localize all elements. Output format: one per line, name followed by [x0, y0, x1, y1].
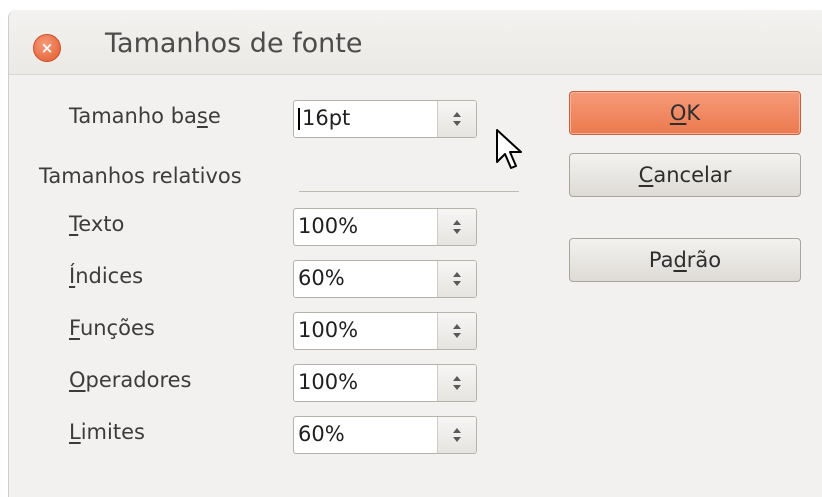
indices-size-spinbox[interactable]: 60% [293, 260, 477, 298]
spin-arrows-icon[interactable] [437, 209, 476, 245]
indices-label: Índices [69, 264, 144, 288]
ok-button[interactable]: OK [569, 91, 801, 135]
limits-size-spinbox[interactable]: 60% [293, 416, 477, 454]
text-size-value: 100% [298, 214, 359, 238]
base-size-label: Tamanho base [69, 104, 221, 128]
spin-arrows-icon[interactable] [437, 261, 476, 297]
default-button[interactable]: Padrão [569, 238, 801, 282]
section-separator [299, 191, 519, 192]
mouse-pointer-icon [496, 129, 522, 169]
cancel-button[interactable]: Cancelar [569, 153, 801, 197]
limits-size-value: 60% [298, 422, 345, 446]
text-label: Texto [69, 212, 125, 236]
spin-arrows-icon[interactable] [437, 313, 476, 349]
font-sizes-dialog: × Tamanhos de fonte Tamanho base 16pt Ta… [8, 10, 822, 497]
spin-arrows-icon[interactable] [437, 101, 476, 137]
text-size-spinbox[interactable]: 100% [293, 208, 477, 246]
dialog-title: Tamanhos de fonte [105, 28, 363, 59]
functions-size-value: 100% [298, 318, 359, 342]
spin-arrows-icon[interactable] [437, 365, 476, 401]
base-size-value: 16pt [302, 106, 351, 130]
close-icon[interactable]: × [33, 34, 61, 62]
text-caret [298, 108, 300, 130]
operators-size-spinbox[interactable]: 100% [293, 364, 477, 402]
indices-size-value: 60% [298, 266, 345, 290]
relative-sizes-heading: Tamanhos relativos [39, 164, 242, 188]
operators-label: Operadores [69, 368, 192, 392]
functions-size-spinbox[interactable]: 100% [293, 312, 477, 350]
functions-label: Funções [69, 316, 155, 340]
limits-label: Limites [69, 420, 145, 444]
spin-arrows-icon[interactable] [437, 417, 476, 453]
title-bar: × Tamanhos de fonte [9, 10, 822, 75]
operators-size-value: 100% [298, 370, 359, 394]
base-size-spinbox[interactable]: 16pt [293, 100, 477, 138]
